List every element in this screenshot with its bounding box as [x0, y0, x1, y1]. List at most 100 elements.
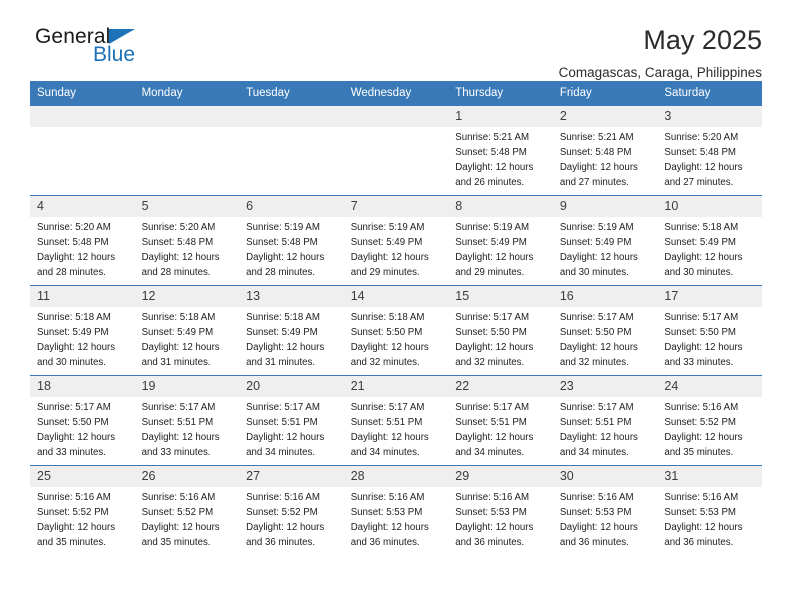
calendar-day-cell[interactable]: 28 Sunrise: 5:16 AM Sunset: 5:53 PM Dayligh… [343, 465, 449, 556]
daylight-text-line2: and 30 minutes. [37, 356, 106, 368]
calendar-day-cell[interactable]: 21 Sunrise: 5:17 AM Sunset: 5:51 PM Dayligh… [343, 375, 449, 466]
general-blue-logo[interactable]: General Blue [30, 26, 200, 65]
daylight-text-line1: Daylight: 12 hours [350, 521, 429, 533]
calendar-day-cell[interactable]: 24 Sunrise: 5:16 AM Sunset: 5:52 PM Dayligh… [657, 375, 762, 466]
weekday-header-tuesday: Tuesday [239, 81, 344, 106]
calendar-day-cell[interactable]: 9 Sunrise: 5:19 AM Sunset: 5:49 PM Daylight… [552, 195, 658, 286]
calendar-table: Sunday Monday Tuesday Wednesday Thursday… [30, 81, 762, 556]
day-number: 9 [552, 196, 658, 217]
calendar-day-cell[interactable]: 10 Sunrise: 5:18 AM Sunset: 5:49 PM Dayligh… [657, 195, 762, 286]
daylight-text-line1: Daylight: 12 hours [559, 251, 638, 263]
day-number: 17 [657, 286, 762, 307]
calendar-day-cell[interactable]: 3 Sunrise: 5:20 AM Sunset: 5:48 PM Daylight… [657, 105, 762, 196]
daylight-text-line2: and 32 minutes. [350, 356, 420, 368]
sunset-text: Sunset: 5:50 PM [37, 416, 109, 428]
sunset-text: Sunset: 5:50 PM [455, 326, 527, 338]
daylight-text-line2: and 35 minutes. [141, 536, 211, 548]
calendar-day-cell[interactable]: 30 Sunrise: 5:16 AM Sunset: 5:53 PM Dayligh… [552, 465, 658, 556]
day-number: 6 [239, 196, 344, 217]
calendar-day-cell[interactable]: 6 Sunrise: 5:19 AM Sunset: 5:48 PM Daylight… [239, 195, 344, 286]
day-sun-info: Sunrise: 5:17 AM Sunset: 5:50 PM Daylight:… [448, 307, 553, 370]
day-sun-info: Sunrise: 5:16 AM Sunset: 5:52 PM Daylight:… [239, 487, 344, 550]
daylight-text-line1: Daylight: 12 hours [37, 341, 116, 353]
day-number: 19 [134, 376, 240, 397]
calendar-day-cell[interactable]: 14 Sunrise: 5:18 AM Sunset: 5:50 PM Dayligh… [343, 285, 449, 376]
daylight-text-line1: Daylight: 12 hours [350, 341, 429, 353]
day-sun-info: Sunrise: 5:16 AM Sunset: 5:53 PM Daylight:… [448, 487, 553, 550]
calendar-day-cell-empty [239, 105, 344, 196]
day-number [134, 106, 240, 127]
calendar-day-cell[interactable]: 19 Sunrise: 5:17 AM Sunset: 5:51 PM Dayligh… [134, 375, 240, 466]
calendar-day-cell[interactable]: 1 Sunrise: 5:21 AM Sunset: 5:48 PM Daylight… [448, 105, 553, 196]
calendar-day-cell[interactable]: 4 Sunrise: 5:20 AM Sunset: 5:48 PM Daylight… [30, 195, 135, 286]
calendar-day-cell[interactable]: 29 Sunrise: 5:16 AM Sunset: 5:53 PM Dayligh… [448, 465, 553, 556]
calendar-day-cell[interactable]: 17 Sunrise: 5:17 AM Sunset: 5:50 PM Dayligh… [657, 285, 762, 376]
daylight-text-line1: Daylight: 12 hours [37, 521, 116, 533]
sunset-text: Sunset: 5:53 PM [350, 506, 423, 518]
daylight-text-line1: Daylight: 12 hours [559, 431, 638, 443]
triangle-icon [109, 29, 136, 44]
daylight-text-line2: and 26 minutes. [455, 176, 525, 188]
calendar-day-cell[interactable]: 23 Sunrise: 5:17 AM Sunset: 5:51 PM Dayligh… [552, 375, 658, 466]
day-number: 13 [239, 286, 344, 307]
calendar-day-cell[interactable]: 12 Sunrise: 5:18 AM Sunset: 5:49 PM Dayligh… [134, 285, 240, 376]
daylight-text-line1: Daylight: 12 hours [350, 431, 429, 443]
page-title: May 2025 [643, 25, 762, 55]
calendar-day-cell[interactable]: 25 Sunrise: 5:16 AM Sunset: 5:52 PM Dayligh… [30, 465, 135, 556]
calendar-day-cell[interactable]: 2 Sunrise: 5:21 AM Sunset: 5:48 PM Daylight… [552, 105, 658, 196]
calendar-body: 1 Sunrise: 5:21 AM Sunset: 5:48 PM Daylight… [30, 105, 762, 556]
daylight-text-line2: and 31 minutes. [141, 356, 211, 368]
day-number: 20 [239, 376, 344, 397]
sunrise-text: Sunrise: 5:18 AM [664, 222, 739, 233]
calendar-week-row: 1 Sunrise: 5:21 AM Sunset: 5:48 PM Daylight… [30, 105, 762, 196]
day-number: 30 [552, 466, 658, 487]
sunrise-text: Sunrise: 5:16 AM [664, 492, 739, 503]
sunrise-text: Sunrise: 5:20 AM [664, 132, 739, 143]
daylight-text-line2: and 36 minutes. [246, 536, 316, 548]
day-sun-info: Sunrise: 5:18 AM Sunset: 5:49 PM Daylight:… [657, 217, 762, 280]
daylight-text-line1: Daylight: 12 hours [559, 521, 638, 533]
daylight-text-line2: and 32 minutes. [455, 356, 525, 368]
daylight-text-line1: Daylight: 12 hours [246, 521, 325, 533]
calendar-day-cell[interactable]: 26 Sunrise: 5:16 AM Sunset: 5:52 PM Dayligh… [134, 465, 240, 556]
daylight-text-line2: and 35 minutes. [37, 536, 106, 548]
sunrise-text: Sunrise: 5:17 AM [246, 402, 320, 413]
day-number: 31 [657, 466, 762, 487]
sunrise-text: Sunrise: 5:18 AM [141, 312, 216, 323]
day-sun-info: Sunrise: 5:17 AM Sunset: 5:51 PM Daylight:… [448, 397, 553, 460]
daylight-text-line1: Daylight: 12 hours [141, 521, 220, 533]
daylight-text-line1: Daylight: 12 hours [559, 161, 638, 173]
daylight-text-line2: and 32 minutes. [559, 356, 629, 368]
day-sun-info: Sunrise: 5:16 AM Sunset: 5:53 PM Daylight:… [657, 487, 762, 550]
calendar-day-cell[interactable]: 13 Sunrise: 5:18 AM Sunset: 5:49 PM Dayligh… [239, 285, 344, 376]
day-sun-info: Sunrise: 5:19 AM Sunset: 5:49 PM Daylight:… [448, 217, 553, 280]
day-sun-info: Sunrise: 5:17 AM Sunset: 5:51 PM Daylight:… [344, 397, 449, 460]
day-sun-info: Sunrise: 5:19 AM Sunset: 5:48 PM Daylight:… [239, 217, 344, 280]
calendar-page: General Blue May 2025 Comagascas, Caraga… [0, 0, 792, 612]
daylight-text-line2: and 29 minutes. [350, 266, 420, 278]
calendar-day-cell[interactable]: 11 Sunrise: 5:18 AM Sunset: 5:49 PM Dayligh… [30, 285, 135, 376]
day-sun-info: Sunrise: 5:18 AM Sunset: 5:49 PM Daylight:… [30, 307, 135, 370]
calendar-day-cell[interactable]: 7 Sunrise: 5:19 AM Sunset: 5:49 PM Daylight… [343, 195, 449, 286]
calendar-day-cell[interactable]: 8 Sunrise: 5:19 AM Sunset: 5:49 PM Daylight… [448, 195, 553, 286]
calendar-day-cell[interactable]: 31 Sunrise: 5:16 AM Sunset: 5:53 PM Dayligh… [657, 465, 762, 556]
day-sun-info: Sunrise: 5:16 AM Sunset: 5:53 PM Daylight:… [553, 487, 658, 550]
calendar-day-cell-empty [30, 105, 135, 196]
daylight-text-line2: and 34 minutes. [350, 446, 420, 458]
day-number: 4 [30, 196, 135, 217]
sunrise-text: Sunrise: 5:18 AM [246, 312, 320, 323]
calendar-day-cell[interactable]: 20 Sunrise: 5:17 AM Sunset: 5:51 PM Dayligh… [239, 375, 344, 466]
calendar-day-cell[interactable]: 15 Sunrise: 5:17 AM Sunset: 5:50 PM Dayligh… [448, 285, 553, 376]
sunset-text: Sunset: 5:49 PM [246, 326, 318, 338]
sunset-text: Sunset: 5:53 PM [664, 506, 736, 518]
calendar-day-cell[interactable]: 18 Sunrise: 5:17 AM Sunset: 5:50 PM Dayligh… [30, 375, 135, 466]
calendar-day-cell[interactable]: 27 Sunrise: 5:16 AM Sunset: 5:52 PM Dayligh… [239, 465, 344, 556]
calendar-day-cell[interactable]: 22 Sunrise: 5:17 AM Sunset: 5:51 PM Dayligh… [448, 375, 553, 466]
daylight-text-line1: Daylight: 12 hours [455, 431, 534, 443]
calendar-day-cell[interactable]: 5 Sunrise: 5:20 AM Sunset: 5:48 PM Daylight… [134, 195, 240, 286]
sunrise-text: Sunrise: 5:18 AM [350, 312, 425, 323]
day-number: 12 [134, 286, 240, 307]
calendar-day-cell[interactable]: 16 Sunrise: 5:17 AM Sunset: 5:50 PM Dayligh… [552, 285, 658, 376]
day-number: 23 [552, 376, 658, 397]
daylight-text-line2: and 30 minutes. [559, 266, 629, 278]
